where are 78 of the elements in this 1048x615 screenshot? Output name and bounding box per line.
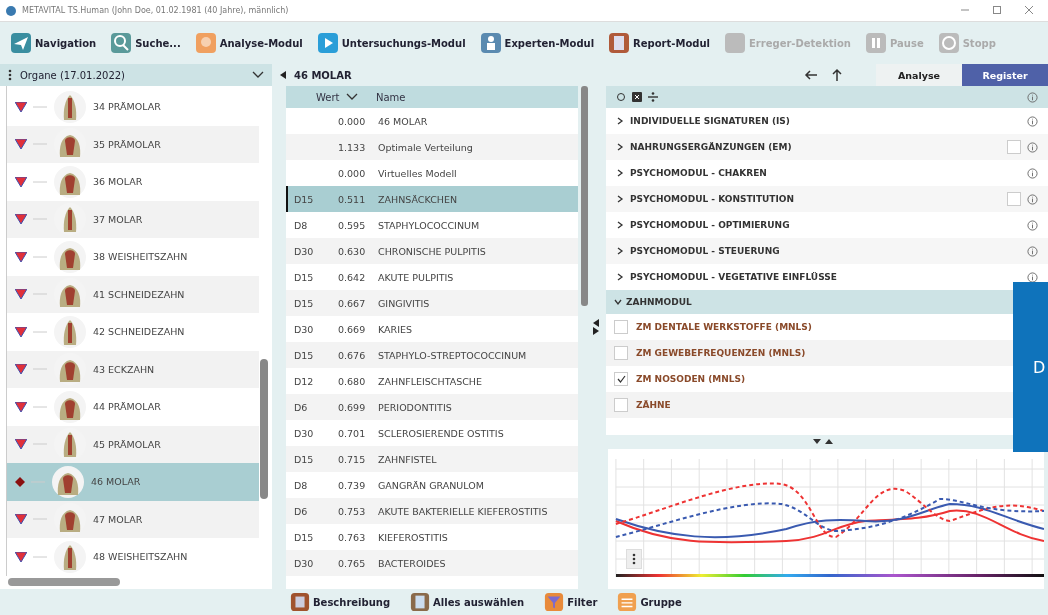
table-cell-text: Optimale Verteilung bbox=[377, 141, 474, 153]
table-cell-text: 1.133 bbox=[337, 141, 367, 153]
table-cell-text: D15 bbox=[293, 297, 315, 309]
table-cell-text: D6 bbox=[293, 505, 309, 517]
table-cell-text: D15 bbox=[293, 531, 315, 543]
table-cell-text: D15 bbox=[293, 193, 315, 205]
table-cell-text: ZAHNSÄCKCHEN bbox=[377, 193, 459, 205]
category-label: NAHRUNGSERGÄNZUNGEN (EM) bbox=[630, 142, 793, 152]
table-cell-text: STAPHYLO-STREPTOCOCCINUM bbox=[377, 349, 528, 361]
table-cell-text: 0.000 bbox=[337, 167, 367, 179]
module-label: ZÄHNE bbox=[636, 400, 671, 410]
table-cell-text: 0.595 bbox=[337, 219, 367, 231]
table-cell-text: 0.739 bbox=[337, 479, 367, 491]
table-cell-text: D30 bbox=[293, 323, 315, 335]
organ-label: 43 ECKZAHN bbox=[93, 363, 155, 375]
table-cell-text: D8 bbox=[293, 219, 309, 231]
table-cell-text: KARIES bbox=[377, 323, 413, 335]
table-cell-text: D30 bbox=[293, 557, 315, 569]
category-label: PSYCHOMODUL - STEUERUNG bbox=[630, 246, 781, 256]
organ-label: 35 PRÄMOLAR bbox=[93, 138, 161, 150]
organ-label: 46 MOLAR bbox=[91, 476, 141, 488]
module-label: ZM GEWEBEFREQUENZEN (MNLS) bbox=[636, 348, 806, 358]
table-cell-text: 0.000 bbox=[337, 115, 367, 127]
table-cell-text: AKUTE BAKTERIELLE KIEFEROSTITIS bbox=[377, 505, 549, 517]
table-cell-text: ZAHNFISTEL bbox=[377, 453, 438, 465]
table-cell-text: 0.511 bbox=[337, 193, 367, 205]
table-cell-text: D30 bbox=[293, 245, 315, 257]
category-label: PSYCHOMODUL - CHAKREN bbox=[630, 168, 768, 178]
table-cell-text: 0.765 bbox=[337, 557, 367, 569]
module-label: ZM NOSODEN (MNLS) bbox=[636, 374, 746, 384]
category-label: PSYCHOMODUL - KONSTITUTION bbox=[630, 194, 796, 204]
table-cell-text: BACTEROIDES bbox=[377, 557, 447, 569]
organ-label: 34 PRÄMOLAR bbox=[93, 101, 161, 113]
table-cell-text: 46 MOLAR bbox=[377, 115, 429, 127]
window-title: METAVITAL TS.Human (John Doe, 01.02.1981 (40 Jahre), männlich) bbox=[22, 6, 290, 15]
table-cell-text: 0.680 bbox=[337, 375, 367, 387]
table-cell-text: 0.667 bbox=[337, 297, 367, 309]
table-cell-text: PERIODONTITIS bbox=[377, 401, 453, 413]
organ-label: 36 MOLAR bbox=[93, 176, 143, 188]
category-label: PSYCHOMODUL - VEGETATIVE EINFLÜSSE bbox=[630, 272, 838, 282]
table-cell-text: 0.715 bbox=[337, 453, 367, 465]
table-cell-text: GINGIVITIS bbox=[377, 297, 431, 309]
category-label: INDIVIDUELLE SIGNATUREN (IS) bbox=[630, 116, 791, 126]
table-cell-text: GANGRÄN GRANULOM bbox=[377, 479, 485, 491]
section-label: ZAHNMODUL bbox=[626, 297, 692, 307]
category-label: PSYCHOMODUL - OPTIMIERUNG bbox=[630, 220, 791, 230]
table-cell-text: Virtuelles Modell bbox=[377, 167, 458, 179]
organ-label: 45 PRÄMOLAR bbox=[93, 438, 161, 450]
table-cell-text: 0.669 bbox=[337, 323, 367, 335]
organ-label: 47 MOLAR bbox=[93, 513, 143, 525]
table-cell-text: AKUTE PULPITIS bbox=[377, 271, 455, 283]
table-cell-text: D15 bbox=[293, 349, 315, 361]
table-cell-text: D15 bbox=[293, 453, 315, 465]
table-cell-text: 0.630 bbox=[337, 245, 367, 257]
organ-label: 44 PRÄMOLAR bbox=[93, 401, 161, 413]
table-cell-text: 0.676 bbox=[337, 349, 367, 361]
panel-title: 46 MOLAR bbox=[294, 69, 352, 81]
table-cell-text: ZAHNFLEISCHTASCHE bbox=[377, 375, 483, 387]
organ-label: 48 WEISHEITSZAHN bbox=[93, 551, 188, 563]
module-label: ZM DENTALE WERKSTOFFE (MNLS) bbox=[636, 322, 812, 332]
table-cell-text: D8 bbox=[293, 479, 309, 491]
table-cell-text: D30 bbox=[293, 427, 315, 439]
organ-label: 42 SCHNEIDEZAHN bbox=[93, 326, 185, 338]
table-cell-text: KIEFEROSTITIS bbox=[377, 531, 449, 543]
table-cell-text: STAPHYLOCOCCINUM bbox=[377, 219, 481, 231]
table-cell-text: 0.642 bbox=[337, 271, 367, 283]
organ-label: 37 MOLAR bbox=[93, 213, 143, 225]
table-cell-text: 0.763 bbox=[337, 531, 367, 543]
table-cell-text: D6 bbox=[293, 401, 309, 413]
table-cell-text: CHRONISCHE PULPITIS bbox=[377, 245, 487, 257]
table-cell-text: D12 bbox=[293, 375, 315, 387]
table-cell-text: 0.699 bbox=[337, 401, 367, 413]
table-cell-text: 0.753 bbox=[337, 505, 367, 517]
table-cell-text: SCLEROSIERENDE OSTITIS bbox=[377, 427, 505, 439]
organ-label: 38 WEISHEITSZAHN bbox=[93, 251, 188, 263]
table-cell-text: 0.701 bbox=[337, 427, 367, 439]
organ-label: 41 SCHNEIDEZAHN bbox=[93, 288, 185, 300]
table-cell-text: D15 bbox=[293, 271, 315, 283]
